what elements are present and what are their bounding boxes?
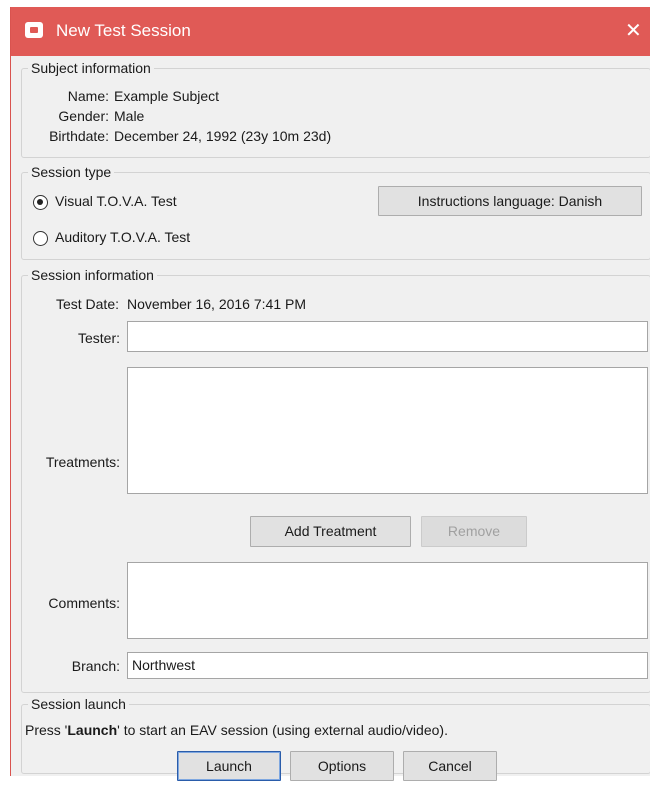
name-label: Name: [67,88,109,104]
test-date-value: November 16, 2016 7:41 PM [127,296,306,312]
gender-value: Male [114,108,145,124]
instructions-language-button[interactable]: Instructions language: Danish [378,186,642,216]
gender-label: Gender: [58,108,109,124]
add-treatment-button[interactable]: Add Treatment [250,516,411,547]
test-date-label: Test Date: [55,296,119,312]
session-type-legend: Session type [31,164,112,180]
window-title: New Test Session [56,21,191,40]
visual-test-radio[interactable] [33,195,48,210]
visual-test-label[interactable]: Visual T.O.V.A. Test [55,193,177,209]
launch-instructions-suffix: ' to start an EAV session (using externa… [117,722,448,738]
birthdate-value: December 24, 1992 (23y 10m 23d) [114,128,332,144]
birthdate-label: Birthdate: [49,128,109,144]
comments-label: Comments: [48,595,120,611]
app-icon [25,22,43,38]
options-button[interactable]: Options [290,751,394,781]
launch-button[interactable]: Launch [177,751,281,781]
auditory-test-radio[interactable] [33,231,48,246]
comments-input[interactable] [127,562,648,639]
close-button[interactable]: ✕ [625,7,650,56]
name-value: Example Subject [114,88,220,104]
branch-label: Branch: [71,658,120,674]
auditory-test-label[interactable]: Auditory T.O.V.A. Test [55,229,190,245]
treatments-label: Treatments: [45,454,120,470]
session-information-legend: Session information [31,267,154,283]
new-test-session-dialog: New Test Session ✕ Subject information N… [10,7,650,781]
launch-instructions-bold: Launch [67,722,118,738]
session-launch-legend: Session launch [31,696,126,712]
launch-instructions: Press 'Launch' to start an EAV session (… [25,722,448,738]
tester-input[interactable] [127,321,648,352]
cancel-button[interactable]: Cancel [403,751,497,781]
branch-input[interactable]: Northwest [127,652,648,679]
launch-instructions-prefix: Press ' [25,722,68,738]
remove-treatment-button[interactable]: Remove [421,516,527,547]
tester-label: Tester: [77,330,120,346]
treatments-list[interactable] [127,367,648,494]
subject-information-legend: Subject information [31,60,151,76]
title-bar: New Test Session ✕ [11,7,650,56]
